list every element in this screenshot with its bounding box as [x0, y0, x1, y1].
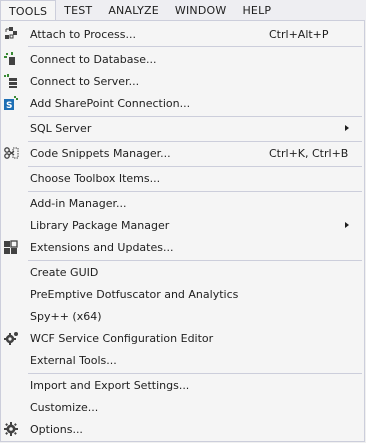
menu-item-label: Add SharePoint Connection... — [30, 96, 191, 110]
menu-separator — [28, 46, 362, 47]
menu-analyze[interactable]: ANALYZE — [100, 0, 167, 21]
sharepoint-icon: S — [3, 95, 19, 111]
menu-item-connect-database[interactable]: Connect to Database... — [1, 48, 364, 70]
menu-item-code-snippets[interactable]: Code Snippets Manager... Ctrl+K, Ctrl+B — [1, 142, 364, 164]
tools-dropdown: Attach to Process... Ctrl+Alt+P Connect … — [0, 20, 365, 442]
menu-item-label: Import and Export Settings... — [30, 378, 190, 392]
menu-item-label: Choose Toolbox Items... — [30, 171, 161, 185]
menu-item-label: PreEmptive Dotfuscator and Analytics — [30, 287, 239, 301]
submenu-arrow-icon — [345, 222, 349, 228]
menu-item-shortcut: Ctrl+Alt+P — [269, 27, 329, 41]
gear-icon — [3, 421, 19, 437]
attach-process-icon — [3, 26, 19, 42]
menu-item-label: External Tools... — [30, 353, 117, 367]
menu-item-shortcut: Ctrl+K, Ctrl+B — [269, 146, 349, 160]
menu-item-wcf-config-editor[interactable]: WCF Service Configuration Editor — [1, 327, 364, 349]
menu-item-library-package-manager[interactable]: Library Package Manager — [1, 214, 364, 236]
menu-item-connect-server[interactable]: Connect to Server... — [1, 70, 364, 92]
svg-text:S: S — [6, 101, 12, 111]
server-icon — [3, 73, 19, 89]
menu-item-options[interactable]: Options... — [1, 418, 364, 440]
gear-icon — [3, 330, 19, 346]
menu-help[interactable]: HELP — [234, 0, 279, 21]
menu-item-label: Options... — [30, 422, 83, 436]
menu-item-label: Code Snippets Manager... — [30, 146, 171, 160]
menu-item-label: Extensions and Updates... — [30, 240, 174, 254]
menu-item-label: Attach to Process... — [30, 27, 136, 41]
menu-item-label: Connect to Server... — [30, 74, 140, 88]
menu-item-external-tools[interactable]: External Tools... — [1, 349, 364, 371]
menu-item-label: Customize... — [30, 400, 99, 414]
menu-item-customize[interactable]: Customize... — [1, 396, 364, 418]
menu-item-label: Add-in Manager... — [30, 196, 127, 210]
menu-item-label: Connect to Database... — [30, 52, 157, 66]
menu-item-spy-plus-plus[interactable]: Spy++ (x64) — [1, 305, 364, 327]
menu-item-label: Spy++ (x64) — [30, 309, 102, 323]
database-icon — [3, 51, 19, 67]
menu-item-label: Create GUID — [30, 265, 99, 279]
menu-item-import-export-settings[interactable]: Import and Export Settings... — [1, 374, 364, 396]
submenu-arrow-icon — [345, 125, 349, 131]
menu-item-label: Library Package Manager — [30, 218, 170, 232]
menu-item-label: WCF Service Configuration Editor — [30, 331, 214, 345]
menu-item-create-guid[interactable]: Create GUID — [1, 261, 364, 283]
menu-item-add-sharepoint[interactable]: S Add SharePoint Connection... — [1, 92, 364, 114]
extensions-icon — [3, 239, 19, 255]
menu-item-addin-manager[interactable]: Add-in Manager... — [1, 192, 364, 214]
menu-item-dotfuscator[interactable]: PreEmptive Dotfuscator and Analytics — [1, 283, 364, 305]
menu-item-label: SQL Server — [30, 121, 92, 135]
menu-item-choose-toolbox[interactable]: Choose Toolbox Items... — [1, 167, 364, 189]
menu-window[interactable]: WINDOW — [167, 0, 235, 21]
menu-item-sql-server[interactable]: SQL Server — [1, 117, 364, 139]
menu-item-attach-to-process[interactable]: Attach to Process... Ctrl+Alt+P — [1, 23, 364, 45]
menu-bar: TOOLS TEST ANALYZE WINDOW HELP — [0, 0, 366, 21]
snippets-icon — [3, 145, 19, 161]
menu-tools[interactable]: TOOLS — [0, 0, 57, 21]
menu-item-extensions-updates[interactable]: Extensions and Updates... — [1, 236, 364, 258]
menu-test[interactable]: TEST — [56, 0, 100, 21]
